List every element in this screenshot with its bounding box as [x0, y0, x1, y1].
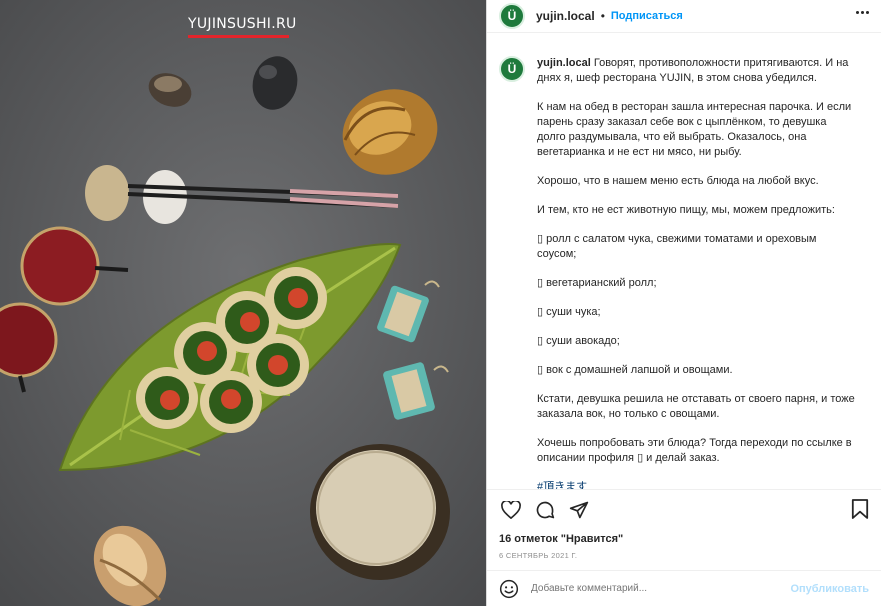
caption-paragraph: ▯ суши чука;	[537, 306, 601, 318]
food-illustration	[0, 0, 486, 606]
caption-username[interactable]: yujin.local	[537, 57, 591, 69]
heart-icon[interactable]	[499, 498, 523, 522]
caption-paragraph: И тем, кто не ест животную пищу, мы, мож…	[537, 204, 835, 216]
header-username[interactable]: yujin.local	[536, 9, 595, 23]
caption-paragraph: Кстати, девушка решила не отставать от с…	[537, 393, 855, 420]
send-icon[interactable]	[567, 498, 591, 522]
likes-count[interactable]: 16 отметок "Нравится"	[487, 530, 881, 548]
watermark-underline	[188, 35, 289, 38]
caption-paragraph: ▯ ролл с салатом чука, свежими томатами …	[537, 233, 817, 260]
post-date[interactable]: 6 СЕНТЯБРЬ 2021 Г.	[487, 548, 881, 570]
caption-paragraph: Хочешь попробовать эти блюда? Тогда пере…	[537, 437, 852, 464]
comment-input[interactable]	[531, 583, 783, 594]
post-comment-button[interactable]: Опубликовать	[790, 583, 869, 595]
post-header: Ü yujin.local • Подписаться	[487, 0, 881, 33]
hashtag-link[interactable]: #頂きます	[537, 480, 857, 489]
comment-icon[interactable]	[533, 498, 557, 522]
avatar[interactable]: Ü	[499, 3, 525, 29]
comments-section[interactable]: Ü yujin.local Говорят, противоположности…	[487, 33, 881, 490]
caption-avatar[interactable]: Ü	[499, 56, 525, 82]
add-comment-bar: Опубликовать	[487, 570, 881, 606]
watermark-text: YUJINSUSHI.RU	[188, 16, 297, 32]
caption: Ü yujin.local Говорят, противоположности…	[499, 56, 869, 489]
caption-text: yujin.local Говорят, противоположности п…	[537, 56, 857, 489]
bookmark-icon[interactable]	[851, 498, 869, 525]
follow-button[interactable]: Подписаться	[611, 10, 683, 22]
caption-paragraph: К нам на обед в ресторан зашла интересна…	[537, 101, 852, 158]
more-options-icon[interactable]	[856, 11, 869, 14]
caption-paragraph: ▯ суши авокадо;	[537, 335, 620, 347]
caption-paragraph: ▯ вок с домашней лапшой и овощами.	[537, 364, 733, 376]
action-bar	[487, 490, 881, 530]
post-photo[interactable]: YUJINSUSHI.RU	[0, 0, 486, 606]
sauce-bowl	[310, 444, 450, 580]
caption-paragraph: Хорошо, что в нашем меню есть блюда на л…	[537, 175, 819, 187]
caption-paragraph: ▯ вегетарианский ролл;	[537, 277, 657, 289]
separator-dot: •	[600, 9, 605, 23]
emoji-icon[interactable]	[499, 579, 519, 599]
post-panel: Ü yujin.local • Подписаться Ü yujin.loca…	[486, 0, 881, 606]
